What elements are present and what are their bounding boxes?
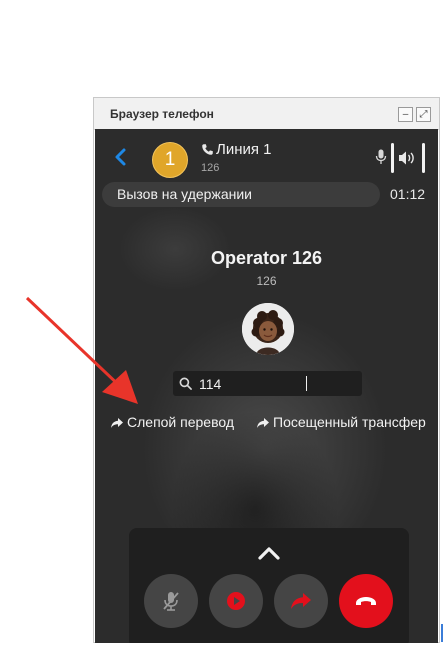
search-icon (179, 377, 192, 390)
operator-avatar-icon (242, 303, 294, 355)
attended-transfer-button[interactable]: Посещенный трансфер (256, 414, 426, 430)
window-titlebar[interactable]: Браузер телефон – ⤢ (94, 98, 439, 130)
minimize-button[interactable]: – (398, 107, 413, 122)
blind-transfer-label: Слепой перевод (127, 414, 235, 430)
mute-mic-icon (163, 592, 179, 611)
line-number-badge: 1 (152, 142, 188, 178)
operator-number: 126 (256, 274, 277, 288)
phone-panel: 1 Линия 1 126 Вызов на удержании 01:12 O… (95, 129, 438, 643)
microphone-icon[interactable] (375, 149, 387, 165)
edge-scrollbar-mark (441, 624, 443, 642)
hangup-icon (356, 597, 376, 605)
window-title: Браузер телефон (110, 107, 214, 121)
record-button[interactable] (209, 574, 263, 628)
text-caret (306, 376, 307, 391)
expand-button[interactable]: ⤢ (416, 107, 431, 122)
mute-button[interactable] (144, 574, 198, 628)
search-input[interactable] (199, 373, 354, 394)
transfer-button[interactable] (274, 574, 328, 628)
attended-transfer-label: Посещенный трансфер (273, 414, 426, 430)
transfer-icon (291, 593, 311, 609)
record-icon (227, 592, 245, 610)
blind-transfer-button[interactable]: Слепой перевод (110, 414, 234, 430)
avatar (242, 303, 294, 355)
call-status: Вызов на удержании (102, 182, 380, 207)
forward-arrow-icon (257, 418, 269, 428)
transfer-search[interactable] (173, 371, 362, 396)
speaker-volume-icon[interactable] (391, 143, 425, 173)
operator-name: Operator 126 (210, 248, 323, 268)
forward-arrow-icon (111, 418, 123, 428)
hangup-button[interactable] (339, 574, 393, 628)
browser-phone-window: Браузер телефон – ⤢ 1 Линия 1 126 Вызов … (93, 97, 440, 643)
call-controls (129, 528, 409, 643)
phone-icon (202, 144, 213, 155)
line-name: Линия 1 (216, 141, 272, 158)
chevron-up-icon[interactable] (257, 545, 281, 561)
chevron-left-icon[interactable] (109, 145, 133, 169)
line-extension: 126 (201, 162, 220, 174)
call-timer: 01:12 (390, 186, 426, 202)
